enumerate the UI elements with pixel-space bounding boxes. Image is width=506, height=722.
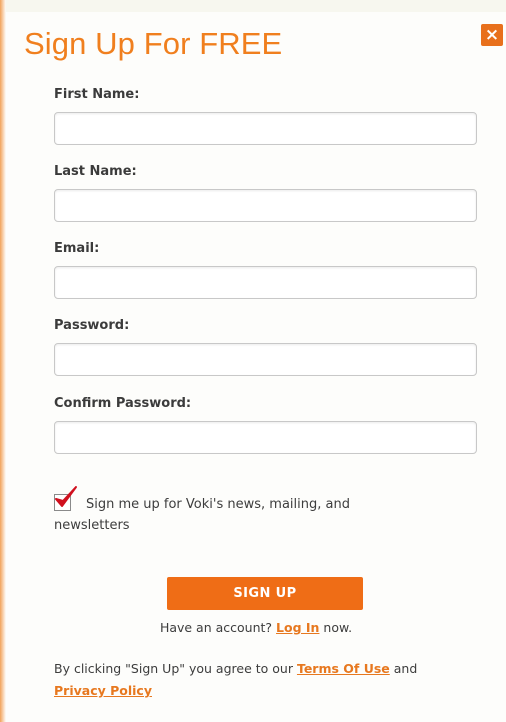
privacy-policy-link[interactable]: Privacy Policy bbox=[54, 683, 152, 698]
legal-middle: and bbox=[393, 661, 418, 676]
login-prompt: Have an account? Log In now. bbox=[6, 620, 506, 635]
email-field[interactable] bbox=[54, 266, 477, 299]
first-name-field[interactable] bbox=[54, 112, 477, 145]
dialog-title: Sign Up For FREE bbox=[24, 26, 283, 61]
close-icon: × bbox=[484, 25, 500, 45]
close-button[interactable]: × bbox=[481, 24, 503, 46]
login-prompt-text: Have an account? bbox=[159, 620, 273, 635]
confirm-password-field[interactable] bbox=[54, 421, 477, 454]
password-field[interactable] bbox=[54, 343, 477, 376]
newsletter-label: Sign me up for Voki's news, mailing, and… bbox=[54, 497, 350, 533]
sign-up-button[interactable]: SIGN UP bbox=[167, 577, 363, 610]
login-prompt-suffix: now. bbox=[323, 620, 353, 635]
last-name-label: Last Name: bbox=[54, 164, 137, 179]
log-in-link[interactable]: Log In bbox=[276, 620, 319, 635]
email-label: Email: bbox=[54, 241, 100, 256]
confirm-password-label: Confirm Password: bbox=[54, 396, 192, 411]
first-name-label: First Name: bbox=[54, 87, 140, 102]
password-label: Password: bbox=[54, 318, 130, 333]
legal-prefix: By clicking "Sign Up" you agree to our bbox=[54, 661, 293, 676]
terms-of-use-link[interactable]: Terms Of Use bbox=[297, 661, 390, 676]
signup-dialog: Sign Up For FREE × First Name: Last Name… bbox=[6, 0, 506, 722]
last-name-field[interactable] bbox=[54, 189, 477, 222]
legal-notice: By clicking "Sign Up" you agree to our T… bbox=[54, 658, 494, 702]
